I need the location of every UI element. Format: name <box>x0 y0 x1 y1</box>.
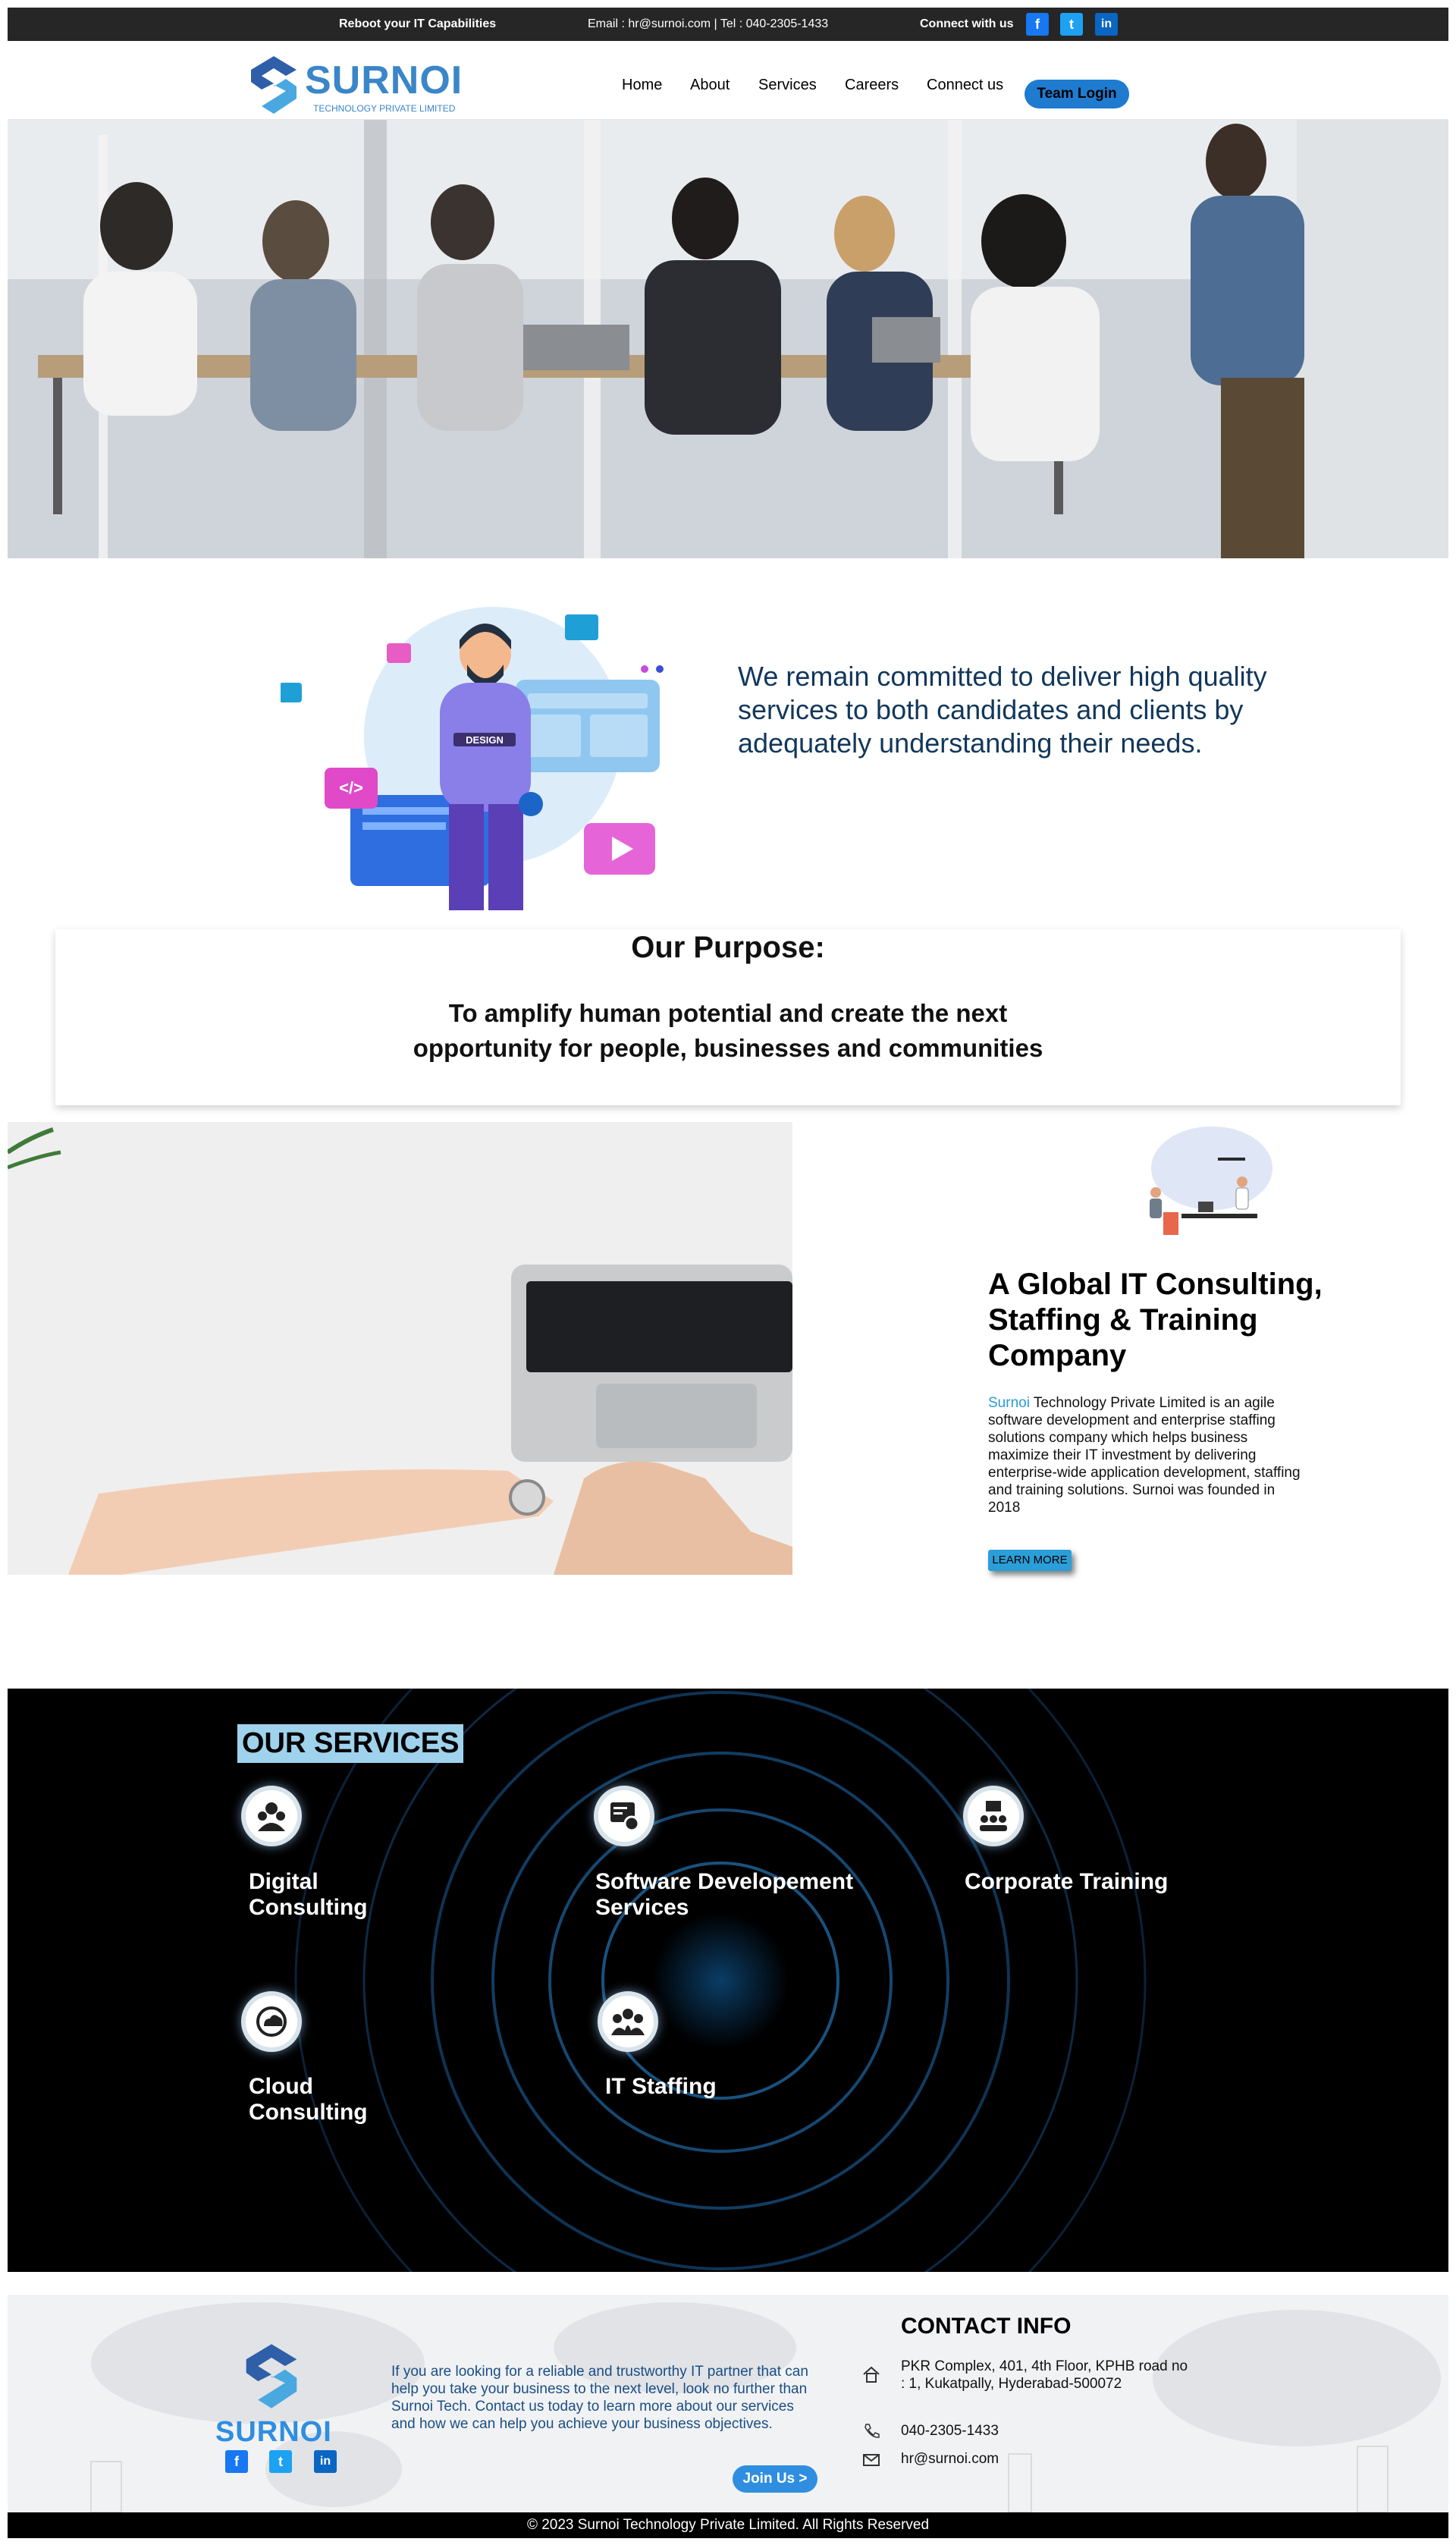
about-body-text: Technology Private Limited is an agile s… <box>988 1395 1301 1516</box>
service-software-development[interactable]: Software Developement Services <box>595 1869 868 1921</box>
contact-address: PKR Complex, 401, 4th Floor, KPHB road n… <box>901 2358 1188 2392</box>
join-us-button[interactable]: Join Us > <box>733 2465 817 2493</box>
svg-text:</>: </> <box>339 778 363 797</box>
purpose-card: Our Purpose: To amplify human potential … <box>55 929 1401 1105</box>
software-icon <box>594 1786 654 1846</box>
services-section: OUR SERVICES Digital Consulting Software… <box>8 1689 1448 2272</box>
nav-connect-us[interactable]: Connect us <box>927 77 1003 94</box>
twitter-icon[interactable]: t <box>1060 13 1083 36</box>
footer-logo-text[interactable]: SURNOI <box>215 2416 332 2449</box>
footer-logo-icon[interactable] <box>241 2340 302 2412</box>
contact-email[interactable]: hr@surnoi.com <box>901 2450 1189 2468</box>
copyright-bar: © 2023 Surnoi Technology Private Limited… <box>8 2512 1448 2538</box>
team-meeting-illustration <box>1150 1126 1272 1235</box>
top-contact-info: Email : hr@surnoi.com | Tel : 040-2305-1… <box>588 17 829 30</box>
about-heading: A Global IT Consulting, Staffing & Train… <box>988 1268 1323 1372</box>
logo-subtitle: TECHNOLOGY PRIVATE LIMITED <box>313 103 456 114</box>
service-it-staffing[interactable]: IT Staffing <box>605 2074 787 2100</box>
connect-label: Connect with us <box>920 17 1014 30</box>
cloud-icon <box>241 1991 302 2052</box>
about-body: Surnoi Technology Private Limited is an … <box>988 1394 1307 1516</box>
staffing-icon <box>598 1991 658 2052</box>
nav-services[interactable]: Services <box>758 77 817 94</box>
phone-icon <box>864 2424 880 2438</box>
linkedin-icon[interactable]: in <box>1095 13 1118 36</box>
consulting-icon <box>241 1786 302 1846</box>
footer-facebook-icon[interactable]: f <box>225 2450 248 2473</box>
site-header: SURNOI TECHNOLOGY PRIVATE LIMITED Home A… <box>8 41 1448 120</box>
home-icon <box>863 2366 880 2383</box>
service-digital-consulting[interactable]: Digital Consulting <box>249 1869 400 1921</box>
top-bar: Reboot your IT Capabilities Email : hr@s… <box>8 8 1448 41</box>
purpose-title: Our Purpose: <box>631 931 825 964</box>
email-icon <box>863 2454 880 2466</box>
logo-icon[interactable] <box>246 55 301 115</box>
contact-title: CONTACT INFO <box>901 2314 1072 2339</box>
services-background <box>294 1689 1147 2272</box>
team-login-button[interactable]: Team Login <box>1025 80 1129 108</box>
svg-text:DESIGN: DESIGN <box>466 734 504 746</box>
laptop-photo <box>8 1122 792 1575</box>
service-corporate-training[interactable]: Corporate Training <box>965 1869 1207 1895</box>
commitment-text: We remain committed to deliver high qual… <box>738 661 1267 759</box>
facebook-icon[interactable]: f <box>1026 13 1049 36</box>
logo-text[interactable]: SURNOI <box>305 58 463 103</box>
service-cloud-consulting[interactable]: Cloud Consulting <box>249 2074 400 2126</box>
footer-twitter-icon[interactable]: t <box>269 2450 292 2473</box>
nav-home[interactable]: Home <box>622 77 662 94</box>
tagline: Reboot your IT Capabilities <box>339 17 497 30</box>
hero-image <box>8 120 1448 558</box>
about-brand-name: Surnoi <box>988 1395 1030 1411</box>
services-title: OUR SERVICES <box>237 1724 464 1763</box>
contact-phone[interactable]: 040-2305-1433 <box>901 2422 1189 2440</box>
footer-linkedin-icon[interactable]: in <box>314 2450 337 2473</box>
site-footer: SURNOI f t in If you are looking for a r… <box>8 2295 1448 2512</box>
footer-blurb: If you are looking for a reliable and tr… <box>391 2364 808 2432</box>
nav-about[interactable]: About <box>690 77 730 94</box>
learn-more-button[interactable]: LEARN MORE <box>988 1550 1072 1571</box>
purpose-body: To amplify human potential and create th… <box>413 999 1043 1062</box>
nav-careers[interactable]: Careers <box>845 77 899 94</box>
designer-illustration: </> DESIGN <box>281 607 664 910</box>
training-icon <box>963 1786 1024 1846</box>
